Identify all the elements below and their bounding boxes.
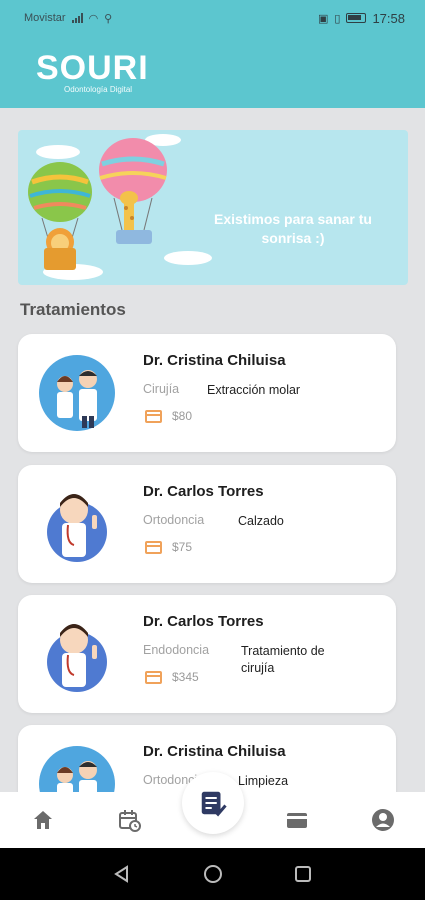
main-content[interactable]: Existimos para sanar tu sonrisa :) Trata… (0, 108, 425, 792)
treatment-card[interactable]: Dr. Cristina Chiluisa Cirujía Extracción… (18, 334, 396, 452)
treatments-icon (201, 791, 227, 817)
price: $80 (172, 409, 193, 423)
doctor-name: Dr. Cristina Chiluisa (143, 743, 286, 760)
souri-logo: SOURI Odontología Digital (36, 51, 149, 94)
specialty-label: Endodoncia (143, 643, 210, 657)
doctors-couple-avatar (38, 354, 116, 432)
treatment-name: Extracción molar (207, 383, 301, 397)
logo-title: SOURI (36, 48, 149, 87)
treatments-fab[interactable] (182, 772, 244, 834)
treatment-name: Limpieza (238, 774, 289, 788)
calendar-icon[interactable] (117, 808, 141, 832)
profile-icon[interactable] (371, 808, 395, 832)
male-doctor-avatar (38, 485, 116, 563)
wifi-icon: ◠ (88, 12, 99, 25)
usb-icon: ⚲ (104, 12, 113, 25)
signal-icon (71, 13, 83, 23)
promo-banner: Existimos para sanar tu sonrisa :) (18, 130, 408, 285)
nfc-icon: ▣ (317, 12, 329, 25)
app-header: SOURI Odontología Digital (0, 36, 425, 108)
status-bar: Movistar ◠ ⚲ ▣ ▯ 17:58 (0, 0, 425, 36)
battery-icon (346, 13, 367, 23)
male-doctor-avatar (38, 615, 116, 693)
home-circle-icon[interactable] (203, 864, 223, 884)
back-icon[interactable] (112, 864, 132, 884)
status-left: Movistar ◠ ⚲ (24, 12, 112, 25)
price: $75 (172, 540, 193, 554)
credit-card-icon (145, 670, 162, 684)
specialty-label: Cirujía (143, 382, 180, 396)
doctor-name: Dr. Carlos Torres (143, 613, 264, 630)
doctor-name: Dr. Cristina Chiluisa (143, 352, 286, 369)
price-row: $80 (145, 409, 192, 423)
section-title: Tratamientos (20, 300, 126, 319)
payment-card-icon[interactable] (285, 808, 309, 832)
treatment-name: Calzado (238, 514, 284, 528)
home-icon[interactable] (31, 808, 55, 832)
treatment-card[interactable]: Dr. Carlos Torres Endodoncia Tratamiento… (18, 595, 396, 713)
vibrate-icon: ▯ (334, 12, 341, 25)
logo-subtitle: Odontología Digital (64, 84, 133, 94)
carrier-name: Movistar (24, 12, 66, 24)
doctors-couple-avatar (38, 745, 116, 792)
price: $345 (172, 670, 199, 684)
recents-icon[interactable] (293, 864, 313, 884)
banner-text: Existimos para sanar tu sonrisa :) (214, 211, 372, 246)
balloons-illustration (28, 134, 212, 280)
credit-card-icon (145, 409, 162, 423)
doctor-name: Dr. Carlos Torres (143, 483, 264, 500)
credit-card-icon (145, 540, 162, 554)
specialty-label: Ortodoncia (143, 513, 205, 527)
price-row: $345 (145, 670, 199, 684)
clock: 17:58 (372, 10, 405, 26)
status-right: ▣ ▯ 17:58 (318, 11, 405, 26)
system-navigation-bar (0, 848, 425, 900)
treatment-card[interactable]: Dr. Carlos Torres Ortodoncia Calzado $75 (18, 465, 396, 583)
price-row: $75 (145, 540, 192, 554)
treatment-name: Tratamiento de cirujía (241, 644, 325, 675)
